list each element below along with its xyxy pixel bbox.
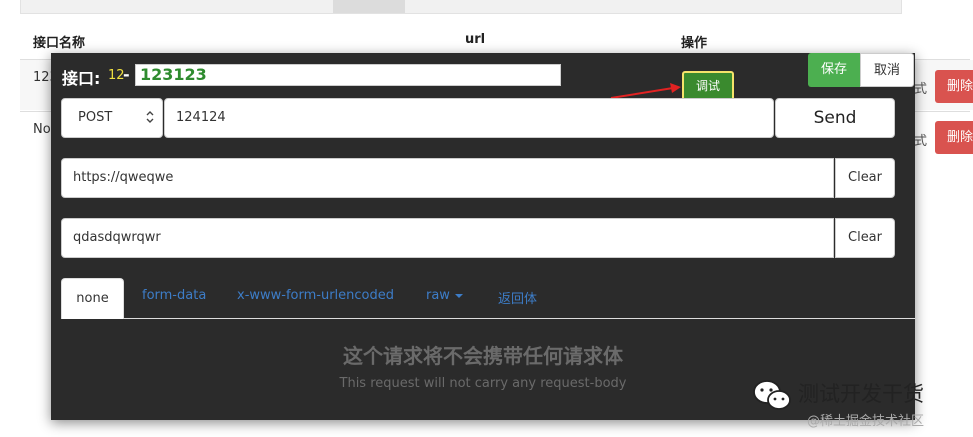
background-top-bar-segment — [333, 0, 405, 13]
url-input[interactable]: https://qweqwe — [61, 158, 834, 198]
wechat-icon — [753, 380, 791, 410]
watermark-source: @稀土掘金技术社区 — [807, 414, 925, 429]
tab-response-body[interactable]: 返回体 — [498, 288, 537, 307]
header-url: url — [465, 32, 486, 47]
tab-form-data[interactable]: form-data — [142, 288, 206, 303]
body-input[interactable]: qdasdqwrqwr — [61, 218, 834, 258]
interface-name-input[interactable]: 123123 — [135, 64, 561, 86]
delete-button[interactable]: 删除 — [935, 70, 973, 103]
send-button[interactable]: Send — [775, 98, 895, 138]
background-top-bar — [20, 0, 902, 14]
tab-x-www-form-urlencoded[interactable]: x-www-form-urlencoded — [237, 288, 394, 303]
caret-down-icon — [454, 293, 463, 298]
body-clear-button[interactable]: Clear — [835, 218, 895, 258]
row-test-button-fragment[interactable]: 式 — [914, 78, 927, 97]
header-actions: 操作 — [681, 36, 708, 51]
interface-label: 接口: — [62, 69, 101, 88]
url-clear-button[interactable]: Clear — [835, 158, 895, 198]
save-button[interactable]: 保存 — [808, 53, 860, 87]
watermark-account-name: 测试开发干货 — [798, 382, 924, 406]
header-interface-name: 接口名称 — [33, 36, 86, 51]
debug-button[interactable]: 调试 — [682, 71, 734, 101]
cancel-button[interactable]: 取消 — [860, 53, 914, 87]
tab-none[interactable]: none — [61, 278, 124, 319]
path-input[interactable]: 124124 — [164, 98, 774, 138]
delete-button[interactable]: 删除 — [935, 121, 973, 154]
interface-edit-dialog: 接口: 12 - 123123 调试 保存 取消 POST 124124 Sen… — [51, 53, 915, 420]
method-select[interactable]: POST — [61, 98, 163, 138]
row-test-button-fragment[interactable]: 式 — [914, 130, 927, 149]
row-name: No — [33, 122, 51, 137]
chevron-updown-icon — [146, 111, 154, 123]
title-separator: - — [123, 65, 130, 84]
tab-raw-label: raw — [426, 288, 450, 303]
method-select-value: POST — [78, 110, 113, 125]
empty-body-title: 这个请求将不会携带任何请求体 — [343, 344, 623, 368]
tab-bar-divider — [61, 318, 915, 319]
tab-raw[interactable]: raw — [426, 288, 463, 303]
